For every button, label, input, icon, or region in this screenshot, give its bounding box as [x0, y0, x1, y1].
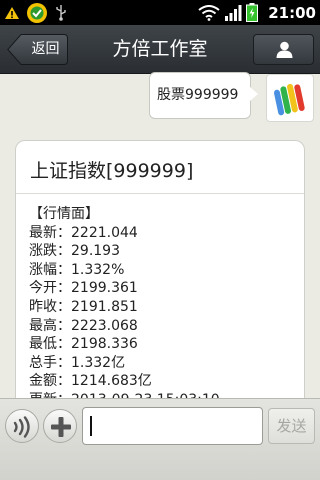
stock-line-amount: 金额：1214.683亿 [29, 373, 152, 390]
plus-icon [51, 417, 71, 437]
message-input[interactable] [82, 407, 263, 445]
stock-line-open: 今开：2199.361 [29, 280, 138, 297]
title-bar: 返回 方倍工作室 [0, 25, 320, 74]
input-bar: 发送 [0, 398, 320, 480]
stock-line-volume: 总手：1.332亿 [29, 354, 126, 371]
signal-icon [224, 4, 242, 21]
card-divider [16, 193, 304, 194]
wifi-icon [198, 4, 220, 21]
stock-line-change: 涨跌：29.193 [29, 243, 120, 260]
outgoing-message-text: 股票999999 [157, 87, 239, 103]
stock-line-change-percent: 涨幅：1.332% [29, 261, 125, 278]
person-icon [276, 41, 293, 62]
stock-line-prev-close: 昨收：2191.851 [29, 298, 138, 315]
send-button[interactable]: 发送 [268, 408, 315, 444]
stock-line-high: 最高：2223.068 [29, 317, 138, 334]
profile-button[interactable] [253, 34, 314, 65]
stock-info-card[interactable]: 上证指数[999999] 【行情面】 最新：2221.044 涨跌：29.193… [15, 140, 305, 423]
page-title: 方倍工作室 [112, 38, 208, 60]
voice-button[interactable] [5, 409, 39, 443]
plus-button[interactable] [43, 409, 77, 443]
warning-icon [4, 6, 20, 20]
back-button[interactable]: 返回 [7, 34, 68, 65]
outgoing-message-bubble[interactable]: 股票999999 [149, 72, 258, 119]
user-avatar[interactable] [266, 74, 314, 122]
stock-card-title: 上证指数[999999] [30, 160, 194, 182]
app-notification-icon [26, 2, 48, 24]
status-bar: 21:00 [0, 0, 320, 25]
stock-line-section: 【行情面】 [29, 206, 99, 222]
usb-icon [54, 4, 68, 21]
status-time: 21:00 [268, 3, 316, 22]
back-button-label: 返回 [31, 41, 60, 57]
stock-line-latest: 最新：2221.044 [29, 224, 138, 241]
stock-card-body: 【行情面】 最新：2221.044 涨跌：29.193 涨幅：1.332% 今开… [29, 205, 220, 410]
voice-icon [13, 416, 30, 438]
text-caret [90, 416, 92, 436]
colorful-wallet-icon [273, 83, 305, 116]
stock-line-low: 最低：2198.336 [29, 336, 138, 353]
battery-charging-icon [246, 3, 259, 22]
